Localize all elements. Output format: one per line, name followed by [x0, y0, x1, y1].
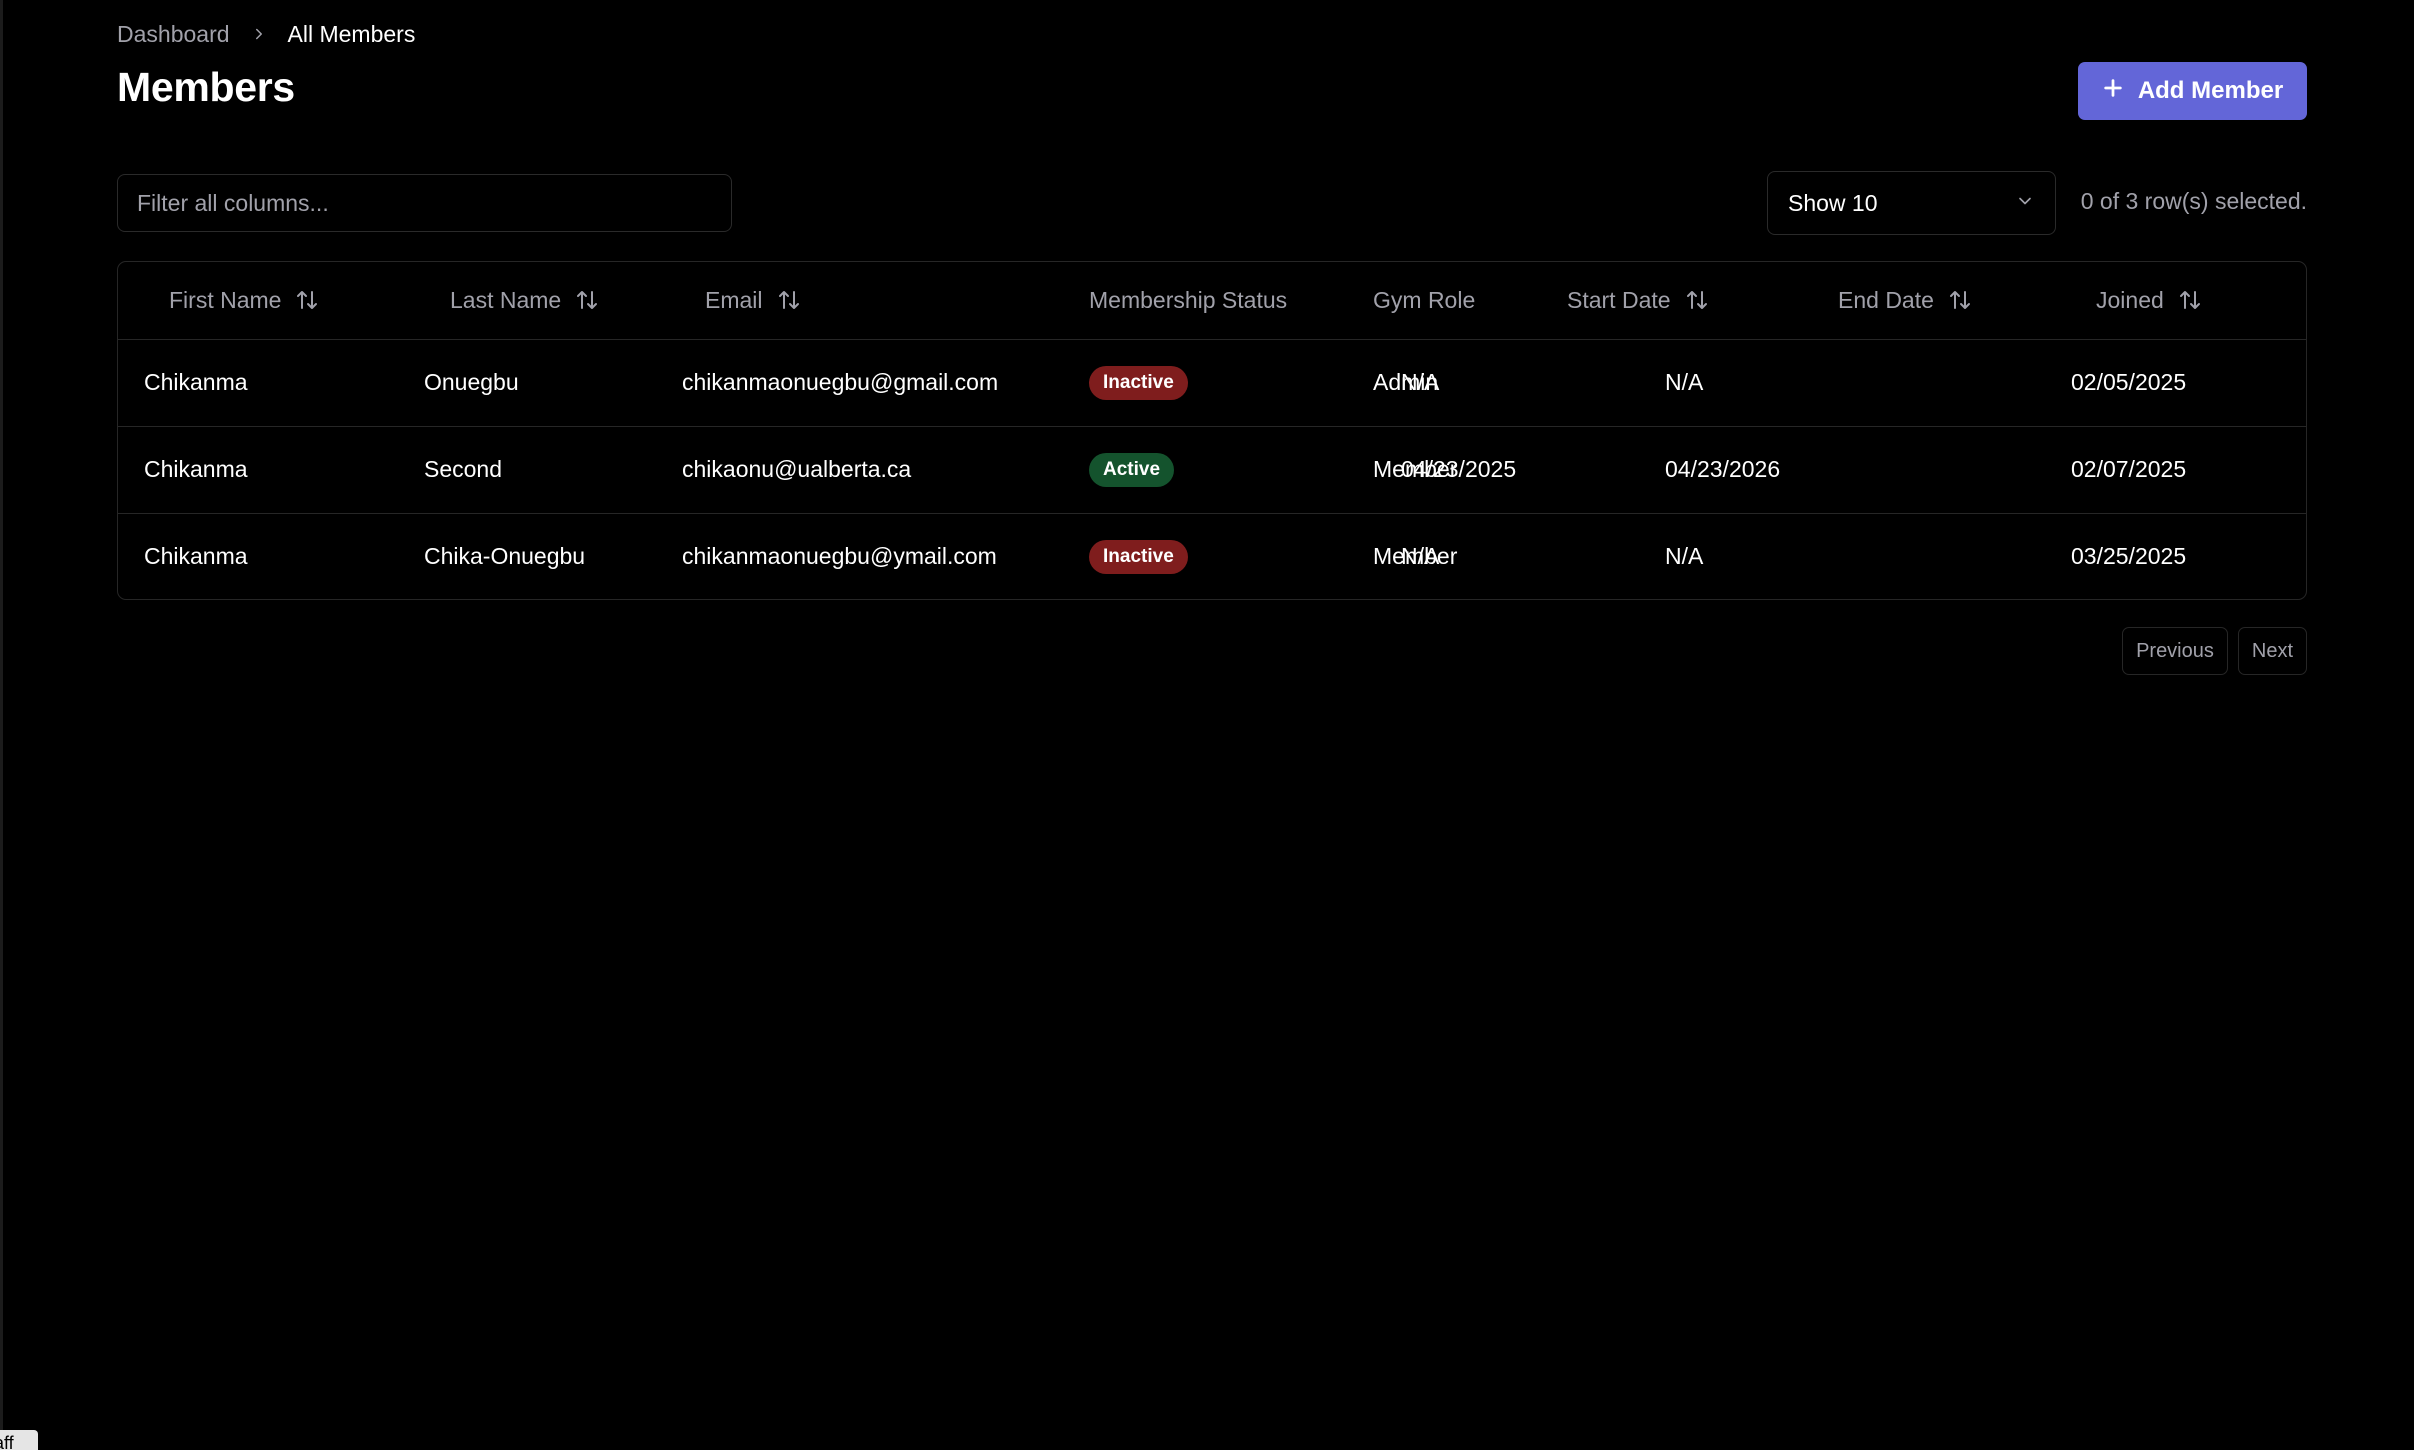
cell-start-date: N/A [1401, 369, 1440, 395]
cell-start-date: N/A [1401, 543, 1440, 570]
page-title: Members [117, 64, 295, 110]
cell-status: Active [1089, 426, 1373, 513]
cell-end-date: N/A [1665, 369, 1704, 395]
cell-first-name: Chikanma [144, 543, 248, 570]
cell-last-name: Second [424, 456, 503, 482]
cell-start-date: 04/23/2025 [1401, 456, 1517, 482]
column-label: Start Date [1567, 286, 1671, 313]
table-row[interactable]: Chikanma Chika-Onuegbu chikanmaonuegbu@y… [118, 513, 2306, 599]
column-header-last-name[interactable]: Last Name [398, 262, 677, 339]
members-table: First Name Last Name Email Membership St… [117, 261, 2307, 600]
plus-icon [2102, 77, 2124, 106]
cell-email: chikaonu@ualberta.ca [682, 456, 912, 482]
cell-last-name: Chika-Onuegbu [424, 543, 586, 570]
column-header-start-date[interactable]: Start Date [1541, 262, 1812, 339]
chevron-right-icon [250, 25, 268, 43]
column-label: Joined [2096, 286, 2164, 313]
cell-status: Inactive [1089, 339, 1373, 426]
table-row[interactable]: Chikanma Second chikaonu@ualberta.ca Act… [118, 426, 2306, 513]
add-member-label: Add Member [2137, 77, 2284, 104]
cell-email: chikanmaonuegbu@gmail.com [682, 369, 999, 395]
cell-email: chikanmaonuegbu@ymail.com [682, 543, 997, 570]
add-member-button[interactable]: Add Member [2078, 62, 2307, 120]
table-row[interactable]: Chikanma Onuegbu chikanmaonuegbu@gmail.c… [118, 339, 2306, 426]
corner-chip: aff [0, 1430, 38, 1450]
page-size-value: Show 10 [1788, 189, 1878, 216]
cell-end-date: 04/23/2026 [1665, 456, 1781, 482]
column-header-membership-status: Membership Status [1089, 262, 1373, 339]
next-page-button[interactable]: Next [2237, 627, 2307, 675]
cell-joined: 03/25/2025 [2071, 543, 2187, 570]
column-label: First Name [169, 286, 282, 313]
status-badge: Active [1089, 452, 1175, 487]
breadcrumb: Dashboard All Members [117, 18, 415, 50]
column-label: Last Name [450, 286, 562, 313]
cell-first-name: Chikanma [144, 369, 248, 395]
filter-input[interactable] [117, 174, 732, 232]
left-edge-rule [0, 0, 3, 1450]
column-label: Gym Role [1373, 286, 1476, 313]
table-header-row: First Name Last Name Email Membership St… [118, 262, 2306, 339]
sort-arrows-icon[interactable] [295, 288, 319, 312]
sort-arrows-icon[interactable] [2178, 288, 2202, 312]
page-size-select[interactable]: Show 10 [1767, 171, 2056, 235]
breadcrumb-dashboard-link[interactable]: Dashboard [117, 21, 230, 48]
cell-first-name: Chikanma [144, 456, 248, 482]
cell-joined: 02/07/2025 [2071, 456, 2187, 482]
column-header-email[interactable]: Email [677, 262, 1089, 339]
status-badge: Inactive [1089, 539, 1188, 574]
pagination: Previous Next [2122, 627, 2307, 675]
column-header-end-date[interactable]: End Date [1812, 262, 2071, 339]
cell-end-date: N/A [1665, 543, 1704, 570]
cell-status: Inactive [1089, 513, 1373, 599]
column-header-first-name[interactable]: First Name [118, 262, 398, 339]
chevron-down-icon [2015, 190, 2035, 217]
cell-joined: 02/05/2025 [2071, 369, 2187, 395]
column-label: Membership Status [1089, 286, 1288, 313]
sort-arrows-icon[interactable] [777, 288, 801, 312]
selection-count: 0 of 3 row(s) selected. [2080, 188, 2307, 214]
cell-last-name: Onuegbu [424, 369, 519, 395]
sort-arrows-icon[interactable] [575, 288, 599, 312]
column-header-gym-role: Gym Role [1373, 262, 1541, 339]
column-label: Email [705, 286, 763, 313]
sort-arrows-icon[interactable] [1948, 288, 1972, 312]
sort-arrows-icon[interactable] [1685, 288, 1709, 312]
previous-page-button[interactable]: Previous [2122, 627, 2228, 675]
column-label: End Date [1838, 286, 1934, 313]
status-badge: Inactive [1089, 365, 1188, 400]
breadcrumb-current: All Members [287, 20, 416, 47]
members-page: Dashboard All Members Members Add Member… [117, 0, 2307, 1450]
column-header-joined[interactable]: Joined [2071, 262, 2306, 339]
